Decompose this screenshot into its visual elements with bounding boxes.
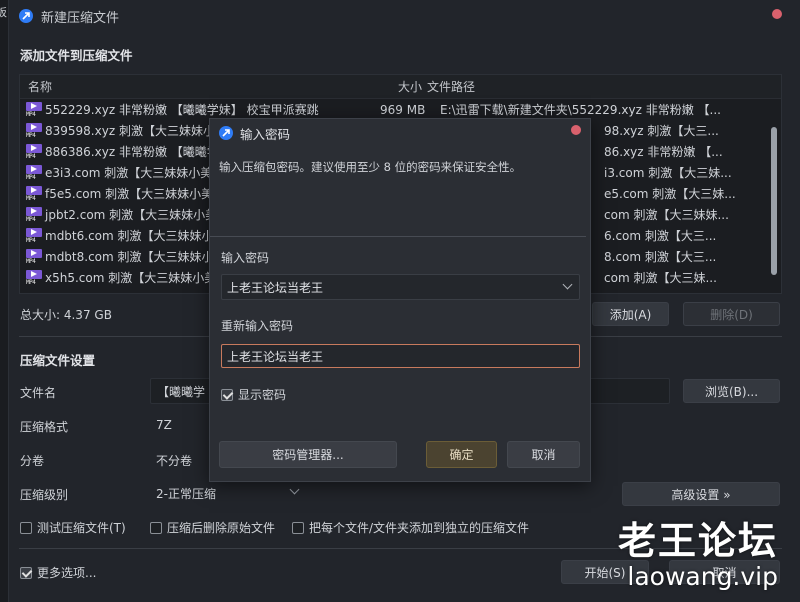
reenter-password-input[interactable]: 上老王论坛当老王 — [221, 344, 580, 368]
split-select[interactable]: 不分卷 — [156, 452, 192, 469]
format-select[interactable]: 7Z — [156, 418, 172, 432]
password-input[interactable]: 上老王论坛当老王 — [221, 274, 580, 300]
file-path: 8.com 刺激【大三... — [602, 248, 717, 265]
file-name: 552229.xyz 非常粉嫩 【曦曦学妹】 校宝甲派赛跳 — [45, 103, 319, 117]
chevron-down-icon[interactable] — [562, 279, 573, 290]
level-label: 压缩级别 — [20, 488, 69, 502]
dialog-cancel-button[interactable]: 取消 — [507, 441, 580, 468]
video-file-icon: MP4 — [26, 101, 42, 118]
video-file-icon: MP4 — [26, 269, 42, 286]
chevron-down-icon — [289, 484, 300, 495]
file-name: mdbt6.com 刺激【大三妹妹小 — [45, 229, 214, 243]
file-path: E:\迅雷下载\新建文件夹\552229.xyz 非常粉嫩 【... — [438, 101, 721, 118]
video-file-icon: MP4 — [26, 185, 42, 202]
background-window-edge: 板 — [0, 0, 8, 602]
filename-label: 文件名 — [20, 386, 57, 400]
more-options-label: 更多选项... — [37, 566, 97, 580]
title-bar: 新建压缩文件 — [9, 0, 800, 32]
file-name: e3i3.com 刺激【大三妹妹小美 — [45, 166, 213, 180]
level-value: 2-正常压缩 — [156, 486, 216, 501]
file-name: x5h5.com 刺激【大三妹妹小美 — [45, 271, 217, 285]
file-path: 6.com 刺激【大三... — [602, 227, 717, 244]
dialog-description: 输入压缩包密码。建议使用至少 8 位的密码来保证安全性。 — [219, 160, 522, 174]
file-name: 886386.xyz 非常粉嫩 【曦曦学妹 — [45, 145, 231, 159]
file-name: jpbt2.com 刺激【大三妹妹小美 — [45, 208, 218, 222]
format-label: 压缩格式 — [20, 420, 69, 434]
settings-heading: 压缩文件设置 — [20, 353, 96, 368]
file-name: 839598.xyz 刺激【大三妹妹小美 — [45, 124, 227, 138]
file-size: 969 MB — [380, 102, 426, 117]
window-close-button[interactable] — [772, 9, 782, 19]
ok-button[interactable]: 确定 — [426, 441, 497, 468]
browse-button[interactable]: 浏览(B)... — [683, 379, 780, 403]
level-select[interactable]: 2-正常压缩 — [150, 481, 300, 505]
file-name: f5e5.com 刺激【大三妹妹小美 — [45, 187, 214, 201]
file-path: 98.xyz 刺激【大三... — [602, 122, 719, 139]
add-files-heading: 添加文件到压缩文件 — [20, 48, 133, 63]
watermark-title: 老王论坛 — [617, 519, 778, 563]
show-password-label: 显示密码 — [238, 388, 287, 402]
file-name: mdbt8.com 刺激【大三妹妹小 — [45, 250, 214, 264]
file-path: com 刺激【大三妹... — [602, 269, 717, 286]
more-options[interactable]: 更多选项... — [20, 564, 96, 581]
background-window-char: 板 — [0, 6, 7, 19]
delete-originals-label: 压缩后删除原始文件 — [167, 521, 276, 535]
dialog-title-bar: 输入密码 — [210, 119, 590, 147]
more-options-checkbox[interactable] — [20, 566, 32, 579]
video-file-icon: MP4 — [26, 206, 42, 223]
test-archive-label: 测试压缩文件(T) — [37, 521, 126, 535]
show-password-checkbox[interactable] — [221, 388, 233, 401]
video-file-icon: MP4 — [26, 122, 42, 139]
file-list-scrollbar[interactable] — [771, 127, 777, 275]
add-button[interactable]: 添加(A) — [592, 302, 669, 326]
window-title: 新建压缩文件 — [41, 10, 120, 26]
video-file-icon: MP4 — [26, 248, 42, 265]
password-value: 上老王论坛当老王 — [227, 280, 324, 295]
password-manager-button[interactable]: 密码管理器... — [219, 441, 397, 468]
dialog-logo-icon — [219, 126, 233, 140]
show-password-option[interactable]: 显示密码 — [221, 386, 286, 403]
file-path: com 刺激【大三妹妹... — [602, 206, 729, 223]
file-path: i3.com 刺激【大三妹... — [602, 164, 732, 181]
reenter-password-value: 上老王论坛当老王 — [227, 349, 324, 364]
app-logo-icon — [19, 9, 33, 23]
column-header-name[interactable]: 名称 — [28, 78, 52, 95]
password-dialog: 输入密码 输入压缩包密码。建议使用至少 8 位的密码来保证安全性。 输入密码 上… — [209, 118, 591, 482]
delete-originals-option[interactable]: 压缩后删除原始文件 — [150, 519, 275, 536]
watermark-url: laowang.vip — [627, 562, 778, 591]
file-list-header: 名称 大小 文件路径 — [20, 75, 781, 99]
filename-value: 【曦曦学 — [157, 384, 206, 399]
dialog-divider — [210, 236, 586, 237]
delete-originals-checkbox[interactable] — [150, 521, 162, 534]
video-file-icon: MP4 — [26, 164, 42, 181]
file-list-row[interactable]: MP4 552229.xyz 非常粉嫩 【曦曦学妹】 校宝甲派赛跳 969 MB E:… — [20, 99, 781, 120]
separate-archives-checkbox[interactable] — [292, 521, 304, 534]
password-label: 输入密码 — [221, 251, 270, 265]
test-archive-option[interactable]: 测试压缩文件(T) — [20, 519, 126, 536]
video-file-icon: MP4 — [26, 143, 42, 160]
column-header-path[interactable]: 文件路径 — [427, 78, 475, 95]
dialog-title: 输入密码 — [240, 126, 291, 142]
test-archive-checkbox[interactable] — [20, 521, 32, 534]
video-file-icon: MP4 — [26, 227, 42, 244]
separate-archives-label: 把每个文件/文件夹添加到独立的压缩文件 — [309, 521, 530, 535]
split-label: 分卷 — [20, 454, 45, 468]
advanced-settings-button[interactable]: 高级设置 » — [622, 482, 780, 506]
total-size: 总大小: 4.37 GB — [20, 308, 112, 322]
dialog-close-button[interactable] — [571, 125, 581, 135]
reenter-label: 重新输入密码 — [221, 319, 294, 333]
delete-button[interactable]: 删除(D) — [683, 302, 780, 326]
file-path: 86.xyz 非常粉嫩 【... — [602, 143, 723, 160]
separate-archives-option[interactable]: 把每个文件/文件夹添加到独立的压缩文件 — [292, 519, 529, 536]
file-path: e5.com 刺激【大三妹... — [602, 185, 736, 202]
column-header-size[interactable]: 大小 — [398, 78, 422, 95]
